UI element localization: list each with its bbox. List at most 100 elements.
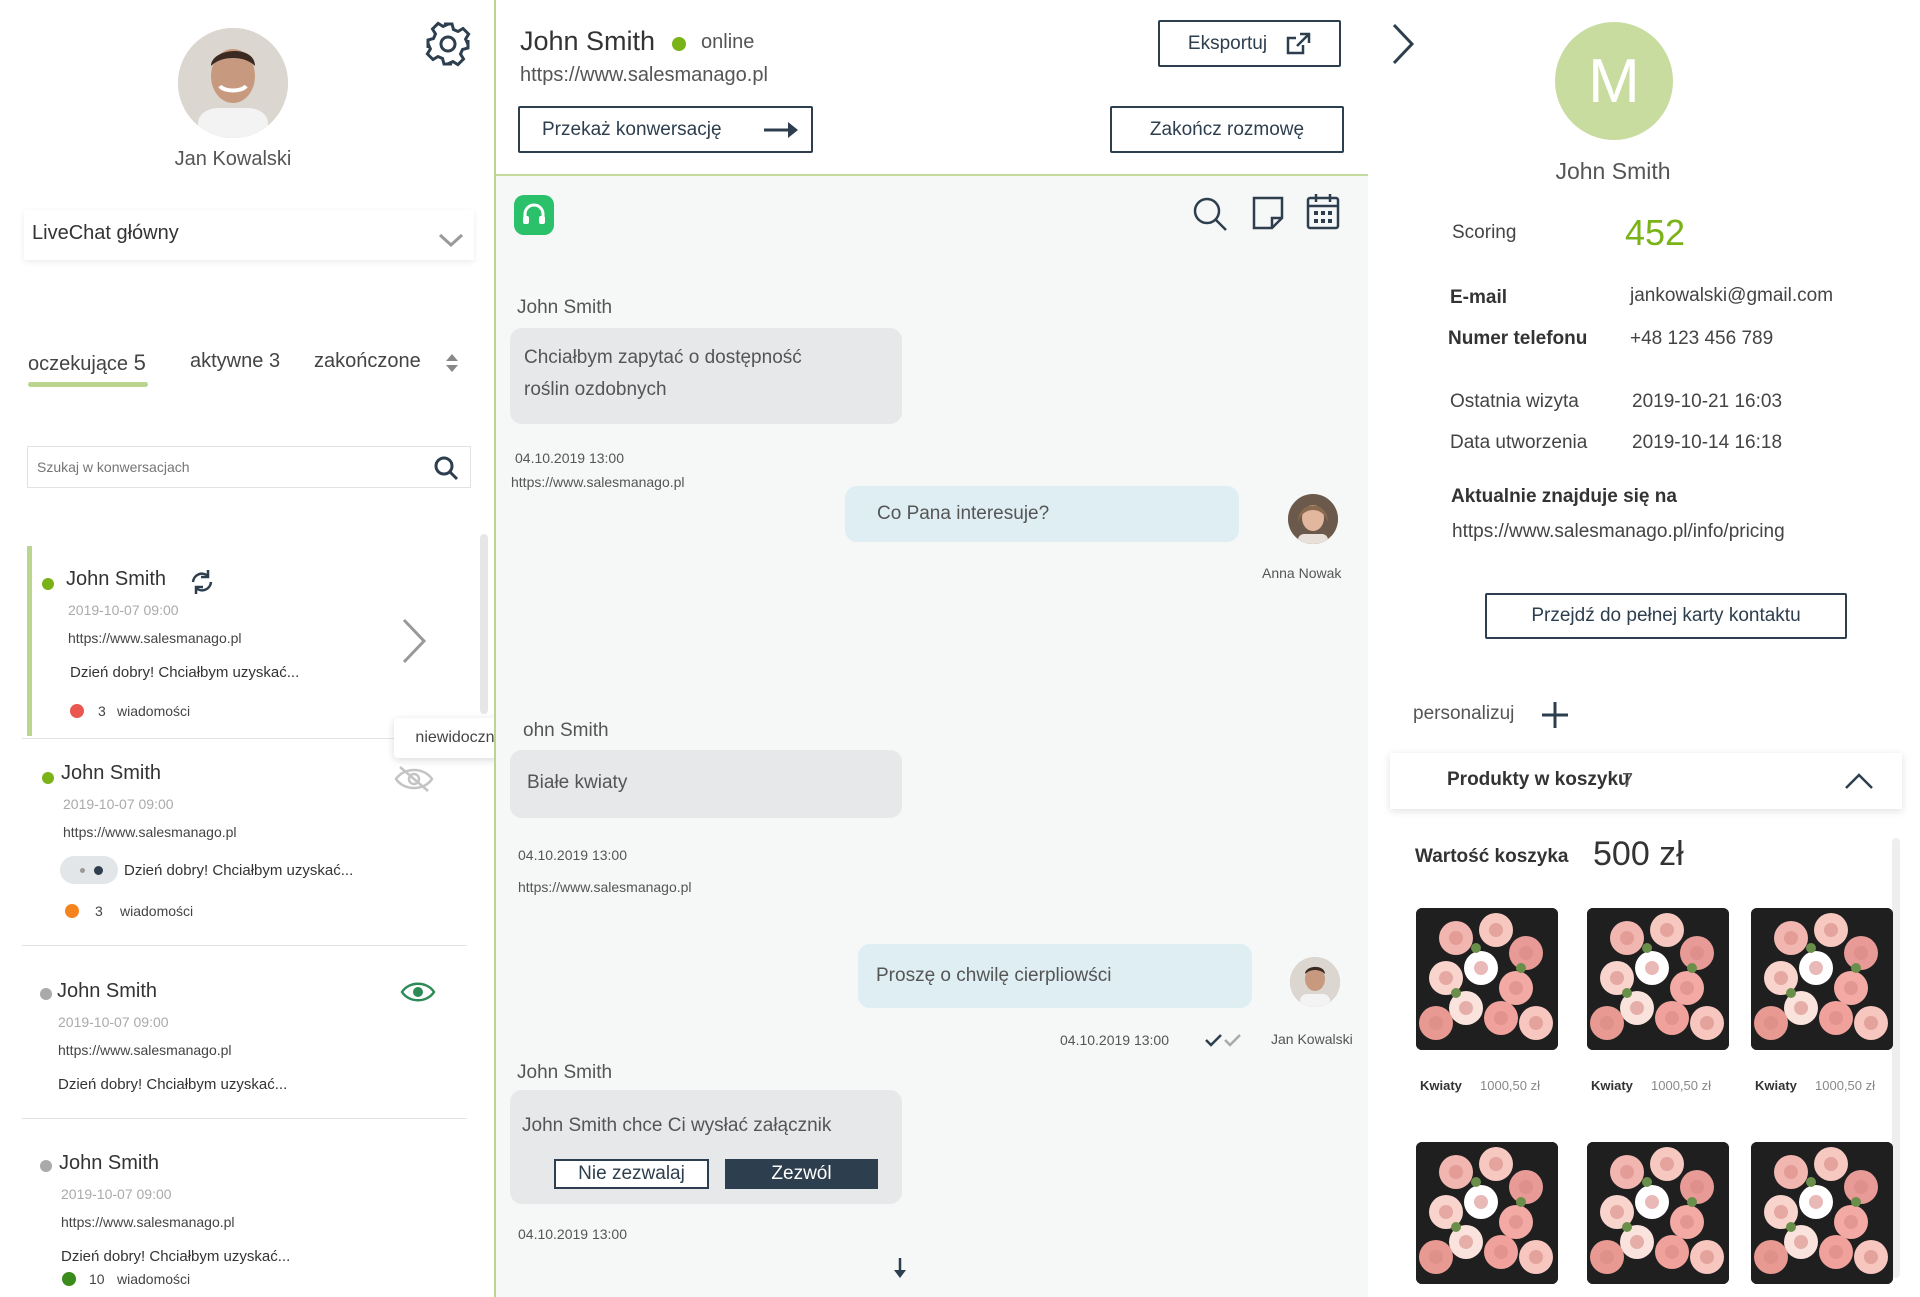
tab-active[interactable]: aktywne 3 xyxy=(190,350,280,373)
conversation-preview: Dzień dobry! Chciałbym uzyskać... xyxy=(70,664,300,681)
deny-attachment-button[interactable]: Nie zezwalaj xyxy=(554,1159,709,1189)
conversation-url: https://www.salesmanago.pl xyxy=(58,1042,232,1058)
tooltip-text: niewidoczny xyxy=(415,729,503,746)
product-price: 1000,50 zł xyxy=(1480,1078,1540,1093)
calendar-icon[interactable] xyxy=(1306,192,1340,230)
agent-photo-icon xyxy=(178,28,288,138)
cart-value: 500 zł xyxy=(1593,835,1684,873)
tab-finished[interactable]: zakończone xyxy=(314,350,421,373)
sort-arrows-icon[interactable] xyxy=(444,352,460,374)
current-page-url: https://www.salesmanago.pl/info/pricing xyxy=(1452,521,1785,542)
conversation-date: 2019-10-07 09:00 xyxy=(61,1186,172,1202)
online-status-dot xyxy=(672,37,686,51)
product-image[interactable] xyxy=(1587,908,1729,1050)
flower-bouquet-icon xyxy=(1416,1142,1558,1284)
agent-avatar xyxy=(178,28,288,138)
phone-value: +48 123 456 789 xyxy=(1630,328,1774,349)
scroll-down-arrow-icon[interactable] xyxy=(892,1256,908,1280)
email-label: E-mail xyxy=(1450,287,1508,308)
product-image[interactable] xyxy=(1751,1142,1893,1284)
contact-avatar: M xyxy=(1555,22,1673,140)
cart-value-label: Wartość koszyka xyxy=(1415,846,1569,867)
list-divider xyxy=(22,945,467,946)
contact-url: https://www.salesmanago.pl xyxy=(520,64,768,86)
typing-dot xyxy=(80,868,85,873)
allow-button-label: Zezwól xyxy=(771,1163,832,1184)
message-count-dot xyxy=(70,704,84,718)
cart-label: Produkty w koszyku xyxy=(1447,769,1630,790)
message-time: 04.10.2019 13:00 xyxy=(518,1226,627,1242)
message-time: 04.10.2019 13:00 xyxy=(515,450,624,466)
settings-gear-icon[interactable] xyxy=(424,20,472,68)
channel-select[interactable]: LiveChat główny xyxy=(24,210,474,260)
tab-waiting-count: 5 xyxy=(133,350,146,375)
full-card-button-label: Przejdź do pełnej karty kontaktu xyxy=(1531,605,1801,626)
message-sender: ohn Smith xyxy=(523,720,609,741)
last-visit-label: Ostatnia wizyta xyxy=(1450,391,1579,412)
transfer-button-label: Przekaż konwersację xyxy=(542,118,722,140)
conversation-item[interactable]: John Smith 2019-10-07 09:00 https://www.… xyxy=(22,1148,467,1288)
note-icon[interactable] xyxy=(1252,196,1284,230)
phone-label: Numer telefonu xyxy=(1448,328,1588,349)
tab-finished-label: zakończone xyxy=(314,350,421,372)
export-button[interactable]: Eksportuj xyxy=(1158,20,1341,67)
product-image[interactable] xyxy=(1416,908,1558,1050)
incoming-message: Chciałbym zapytać o dostępność roślin oz… xyxy=(510,328,902,424)
message-text: roślin ozdobnych xyxy=(524,379,667,400)
message-text: John Smith chce Ci wysłać załącznik xyxy=(522,1115,832,1136)
tab-active-count: 3 xyxy=(268,350,281,372)
conversation-item[interactable]: John Smith 2019-10-07 09:00 https://www.… xyxy=(22,560,467,740)
product-name: Kwiaty xyxy=(1591,1078,1633,1093)
eye-visible-icon[interactable] xyxy=(400,978,436,1006)
conversation-name: John Smith xyxy=(61,762,162,784)
product-image[interactable] xyxy=(1587,1142,1729,1284)
product-price: 1000,50 zł xyxy=(1651,1078,1711,1093)
cart-products-header[interactable]: Produkty w koszyku 7 xyxy=(1390,753,1902,809)
online-status-dot xyxy=(42,578,54,590)
tab-waiting-label: oczekujące xyxy=(28,353,129,375)
contact-status: online xyxy=(701,31,755,53)
conversation-preview: Dzień dobry! Chciałbym uzyskać... xyxy=(58,1076,288,1093)
conversation-item[interactable]: John Smith 2019-10-07 09:00 https://www.… xyxy=(22,976,467,1116)
search-icon[interactable] xyxy=(433,455,459,481)
message-count-label: wiadomości xyxy=(120,903,194,919)
message-count-dot xyxy=(62,1272,76,1286)
message-text: Co Pana interesuje? xyxy=(877,503,1050,524)
agent-name: Anna Nowak xyxy=(1262,565,1342,581)
chevron-right-icon[interactable] xyxy=(400,616,430,666)
full-contact-card-button[interactable]: Przejdź do pełnej karty kontaktu xyxy=(1485,593,1847,639)
agent-avatar xyxy=(1288,494,1338,544)
eye-hidden-icon[interactable] xyxy=(394,764,434,794)
search-input[interactable] xyxy=(28,447,408,487)
agent-avatar xyxy=(1290,957,1340,1007)
chat-header: John Smith online https://www.salesmanag… xyxy=(496,0,1368,176)
details-scrollbar[interactable] xyxy=(1892,838,1900,1278)
flower-bouquet-icon xyxy=(1587,908,1729,1050)
message-sender: John Smith xyxy=(517,1062,613,1083)
outgoing-message: Proszę o chwilę cierpliowści xyxy=(858,944,1252,1008)
collapse-panel-chevron-icon[interactable] xyxy=(1390,22,1416,66)
channel-select-value: LiveChat główny xyxy=(32,222,179,244)
conversation-item[interactable]: John Smith 2019-10-07 09:00 https://www.… xyxy=(22,760,467,940)
tab-waiting[interactable]: oczekujące 5 xyxy=(28,350,146,376)
product-image[interactable] xyxy=(1751,908,1893,1050)
product-image[interactable] xyxy=(1416,1142,1558,1284)
conversation-preview: Dzień dobry! Chciałbym uzyskać... xyxy=(61,1248,291,1265)
list-scrollbar[interactable] xyxy=(480,534,488,714)
conversation-name: John Smith xyxy=(57,980,158,1002)
allow-attachment-button[interactable]: Zezwól xyxy=(725,1159,878,1189)
read-receipt-icon xyxy=(1205,1034,1241,1047)
transfer-conversation-button[interactable]: Przekaż konwersację xyxy=(518,106,813,153)
tab-active-indicator xyxy=(28,382,148,387)
support-headset-icon[interactable] xyxy=(514,195,554,235)
chevron-up-icon[interactable] xyxy=(1844,771,1874,791)
end-button-label: Zakończ rozmowę xyxy=(1149,118,1305,140)
end-conversation-button[interactable]: Zakończ rozmowę xyxy=(1110,106,1344,153)
search-icon[interactable] xyxy=(1192,196,1228,232)
add-plus-icon[interactable] xyxy=(1540,700,1570,730)
personalize-label: personalizuj xyxy=(1413,703,1515,724)
message-text: Proszę o chwilę cierpliowści xyxy=(876,965,1112,986)
message-text: Białe kwiaty xyxy=(527,772,628,793)
product-name: Kwiaty xyxy=(1420,1078,1462,1093)
conversation-date: 2019-10-07 09:00 xyxy=(68,602,179,618)
